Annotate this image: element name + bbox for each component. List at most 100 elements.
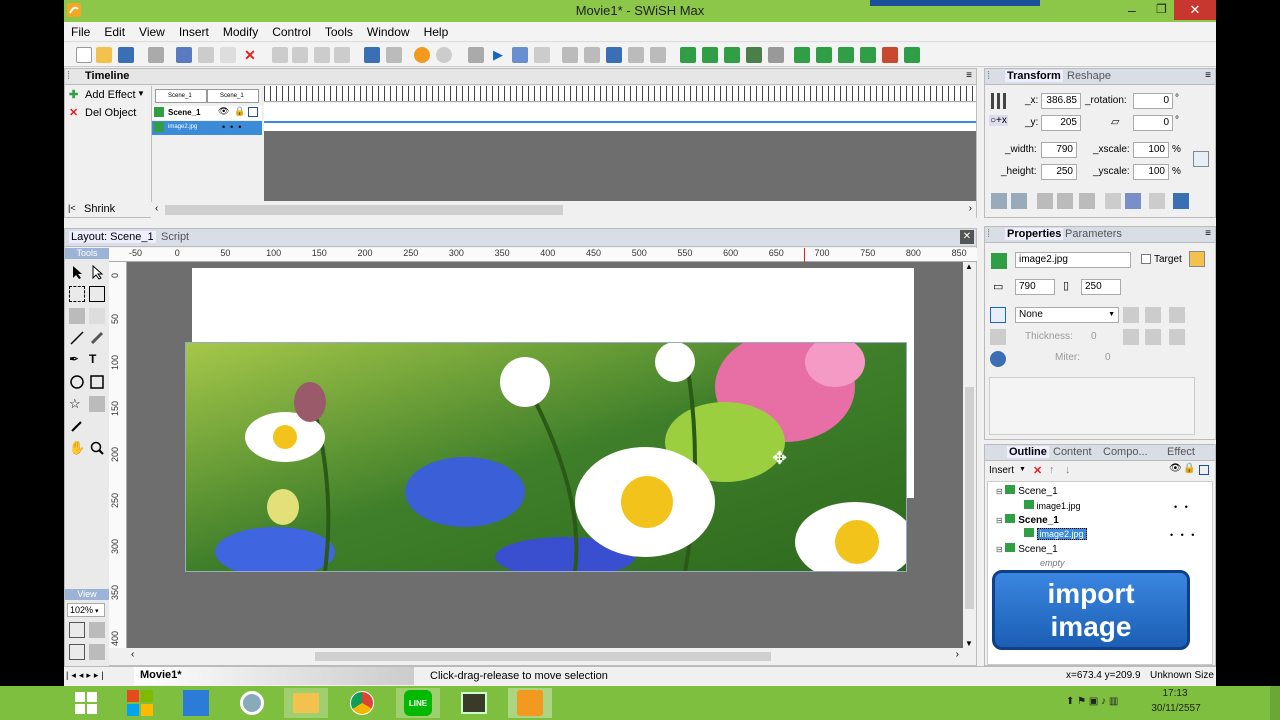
width-field[interactable]: 790 — [1041, 142, 1077, 158]
insert-sound-icon[interactable] — [838, 47, 854, 63]
scroll-left-icon[interactable]: ‹ — [155, 203, 158, 214]
taskbar-line[interactable]: LINE — [396, 688, 440, 718]
minimize-icon[interactable]: – — [1128, 2, 1136, 18]
marquee-icon[interactable] — [69, 286, 85, 302]
stage-vscroll[interactable]: ▲ ▼ — [963, 262, 976, 648]
movie-tab[interactable]: Movie1* — [134, 667, 414, 685]
taskbar-search[interactable] — [230, 688, 274, 718]
hand-icon[interactable]: ✋ — [69, 440, 85, 456]
insert-sprite-icon[interactable] — [746, 47, 762, 63]
tab-components[interactable]: Compo... — [1103, 446, 1148, 458]
fast-forward-icon[interactable] — [628, 47, 644, 63]
timeline-hscroll[interactable]: ‹ › — [151, 202, 976, 218]
close-button[interactable]: ✕ — [1174, 0, 1216, 20]
prop-height-field[interactable]: 250 — [1081, 279, 1121, 295]
insert-button-icon[interactable] — [724, 47, 740, 63]
delete-icon[interactable]: ✕ — [1033, 464, 1042, 477]
anchor-grid-icon[interactable] — [991, 93, 1007, 109]
tab-script[interactable]: Script — [161, 231, 189, 243]
vscroll-thumb[interactable] — [965, 387, 974, 609]
pencil-icon[interactable] — [89, 330, 105, 346]
zoom-in-icon[interactable] — [69, 644, 85, 660]
menu-window[interactable]: Window — [360, 22, 417, 42]
motion-path-icon[interactable] — [89, 308, 105, 324]
insert-script-icon[interactable] — [860, 47, 876, 63]
scroll-left-icon[interactable]: ‹ — [131, 649, 134, 660]
anchor-toggle-icon[interactable]: ○+x — [989, 115, 1008, 126]
tab-effect[interactable]: Effect — [1167, 446, 1195, 458]
menu-file[interactable]: File — [64, 22, 97, 42]
scroll-right-icon[interactable]: › — [956, 649, 959, 660]
lock-aspect-icon[interactable] — [1193, 151, 1209, 167]
rectangle-icon[interactable] — [89, 374, 105, 390]
menu-tools[interactable]: Tools — [318, 22, 360, 42]
stop-icon[interactable] — [468, 47, 484, 63]
taskbar-swish[interactable] — [508, 688, 552, 718]
insert-image-icon[interactable] — [768, 47, 784, 63]
timeline-row-scene[interactable]: Scene_1 👁 🔒 — [152, 106, 262, 120]
close-layout-icon[interactable]: ✕ — [960, 230, 974, 244]
redo-icon[interactable] — [386, 47, 402, 63]
panel-menu-icon[interactable]: ≡ — [1205, 228, 1211, 239]
copy-transform-icon[interactable] — [1105, 193, 1121, 209]
y-field[interactable]: 205 — [1041, 115, 1081, 131]
tab-parameters[interactable]: Parameters — [1065, 228, 1122, 240]
align-icon[interactable] — [1173, 193, 1189, 209]
text-icon[interactable]: T — [89, 352, 105, 368]
autoshape-icon[interactable] — [89, 396, 105, 412]
star-icon[interactable]: ☆ — [69, 396, 85, 412]
flip-h-icon[interactable] — [991, 193, 1007, 209]
zoom-out-icon[interactable] — [89, 644, 105, 660]
scroll-up-icon[interactable]: ▲ — [965, 262, 973, 271]
hscroll-thumb[interactable] — [315, 652, 771, 661]
frame-rows[interactable] — [264, 103, 976, 131]
line-join2-icon[interactable] — [1145, 329, 1161, 345]
line-style-select[interactable]: None ▼ — [1015, 307, 1119, 323]
tree-item-scene-2[interactable]: ⊟ Scene_1 — [996, 514, 1059, 526]
lock-icon[interactable]: 🔒 — [1183, 463, 1195, 474]
publish-icon[interactable] — [904, 47, 920, 63]
delete-icon[interactable]: ✕ — [242, 47, 258, 63]
eye-icon[interactable]: 👁 — [218, 106, 229, 117]
scene-tab-1[interactable]: Scene_1 — [155, 89, 207, 103]
tree-item-image2[interactable]: image2.jpg — [1024, 528, 1087, 540]
fill-transform-icon[interactable] — [69, 308, 85, 324]
rotate-right-icon[interactable] — [1057, 193, 1073, 209]
paste-icon[interactable] — [220, 47, 236, 63]
taskbar-chrome[interactable] — [340, 688, 384, 718]
tab-content[interactable]: Content — [1053, 446, 1092, 458]
object-name-input[interactable]: image2.jpg — [1015, 252, 1131, 268]
export-icon[interactable] — [882, 47, 898, 63]
tab-properties[interactable]: Properties — [1005, 228, 1064, 240]
reset-transform-icon[interactable] — [1149, 193, 1165, 209]
print-icon[interactable] — [148, 47, 164, 63]
menu-insert[interactable]: Insert — [172, 22, 216, 42]
bring-front-icon[interactable] — [272, 47, 288, 63]
flip-v-icon[interactable] — [1011, 193, 1027, 209]
paint-bucket-icon[interactable] — [990, 351, 1006, 367]
tab-layout[interactable]: Layout: Scene_1 — [69, 231, 156, 243]
taskbar-explorer[interactable] — [284, 688, 328, 718]
taskbar-app-dark[interactable] — [452, 688, 496, 718]
line-cap-icon[interactable] — [1123, 307, 1139, 323]
last-frame-icon[interactable] — [650, 47, 666, 63]
play-effect-icon[interactable] — [534, 47, 550, 63]
tab-transform[interactable]: Transform — [1005, 70, 1063, 82]
line-cap2-icon[interactable] — [1123, 329, 1139, 345]
stage-hscroll[interactable]: ‹ › — [127, 648, 963, 664]
show-desktop-button[interactable] — [1270, 686, 1280, 720]
height-field[interactable]: 250 — [1041, 164, 1077, 180]
paste-transform-icon[interactable] — [1125, 193, 1141, 209]
target-checkbox[interactable] — [1141, 254, 1151, 264]
tab-reshape[interactable]: Reshape — [1067, 70, 1111, 82]
line-style-icon[interactable] — [990, 307, 1006, 323]
rotation-field[interactable]: 0 — [1133, 93, 1173, 109]
first-frame-icon[interactable] — [562, 47, 578, 63]
next-frame-icon[interactable] — [606, 47, 622, 63]
zoom-icon[interactable] — [89, 440, 105, 456]
menu-edit[interactable]: Edit — [97, 22, 132, 42]
frame-ruler[interactable] — [264, 86, 976, 102]
prop-width-field[interactable]: 790 — [1015, 279, 1055, 295]
tree-item-image1[interactable]: image1.jpg — [1024, 500, 1081, 511]
rotate-left-icon[interactable] — [1037, 193, 1053, 209]
